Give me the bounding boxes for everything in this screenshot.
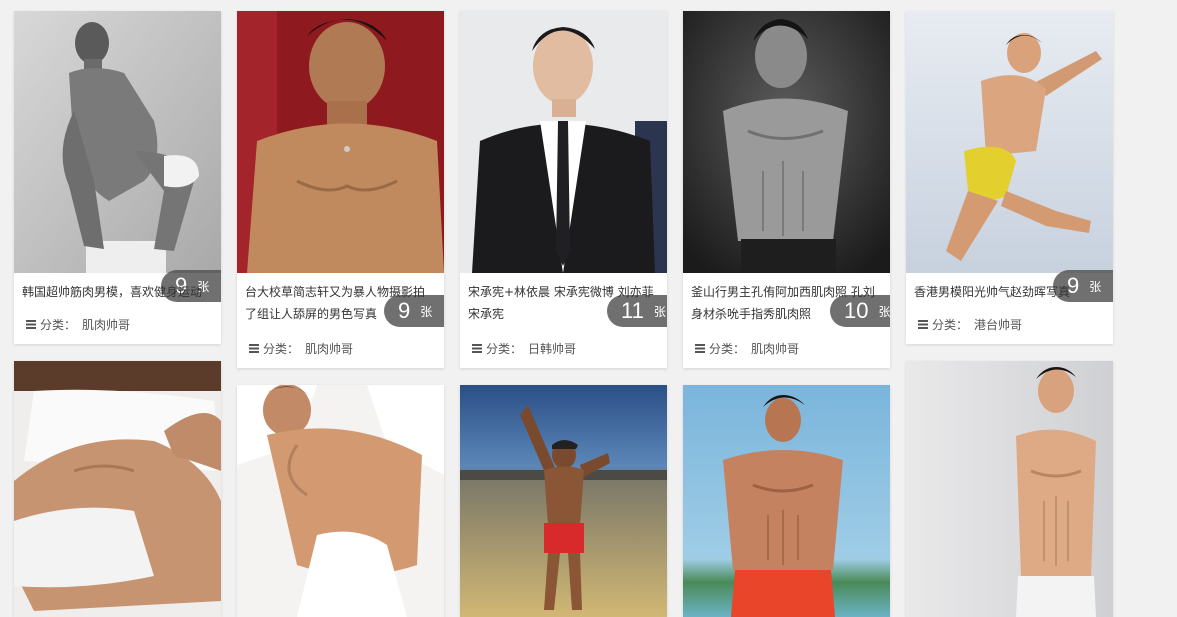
photo-card[interactable]: 9 张 台大校草简志轩又为暴人物摄影拍了组让人舔屏的男色写真 分类： 肌肉帅哥 <box>237 11 444 368</box>
category-prefix: 分类： <box>932 317 969 332</box>
photo-thumbnail[interactable] <box>14 361 221 617</box>
photo-thumbnail[interactable] <box>906 361 1113 617</box>
card-category: 分类： 港台帅哥 <box>918 314 1022 334</box>
category-link[interactable]: 肌肉帅哥 <box>751 340 799 357</box>
card-category: 分类： 日韩帅哥 <box>472 338 576 358</box>
menu-icon <box>695 343 705 353</box>
menu-icon <box>26 319 36 329</box>
photo-thumbnail[interactable] <box>237 11 444 273</box>
card-title[interactable]: 韩国超帅筋肉男模，喜欢健身运动 <box>22 281 213 303</box>
photo-card[interactable] <box>683 385 890 617</box>
category-prefix: 分类： <box>40 317 77 332</box>
photo-thumbnail[interactable] <box>237 385 444 617</box>
card-category: 分类： 肌肉帅哥 <box>26 314 130 334</box>
photo-thumbnail[interactable] <box>683 11 890 273</box>
photo-card[interactable]: 9 张 韩国超帅筋肉男模，喜欢健身运动 分类： 肌肉帅哥 <box>14 11 221 344</box>
category-prefix: 分类： <box>709 341 746 356</box>
card-title[interactable]: 宋承宪+林依晨 宋承宪微博 刘亦菲宋承宪 <box>468 281 659 325</box>
photo-thumbnail[interactable] <box>683 385 890 617</box>
category-link[interactable]: 肌肉帅哥 <box>82 316 130 333</box>
menu-icon <box>249 343 259 353</box>
menu-icon <box>918 319 928 329</box>
card-category: 分类： 肌肉帅哥 <box>695 338 799 358</box>
photo-card[interactable] <box>14 361 221 617</box>
photo-card[interactable]: 9 张 香港男模阳光帅气赵劲晖写真 分类： 港台帅哥 <box>906 11 1113 344</box>
photo-thumbnail[interactable] <box>14 11 221 273</box>
photo-thumbnail[interactable] <box>906 11 1113 273</box>
photo-thumbnail[interactable] <box>460 385 667 617</box>
photo-card[interactable] <box>906 361 1113 617</box>
category-prefix: 分类： <box>486 341 523 356</box>
card-title[interactable]: 香港男模阳光帅气赵劲晖写真 <box>914 281 1105 303</box>
category-link[interactable]: 肌肉帅哥 <box>305 340 353 357</box>
photo-card[interactable]: 11 张 宋承宪+林依晨 宋承宪微博 刘亦菲宋承宪 分类： 日韩帅哥 <box>460 11 667 368</box>
category-prefix: 分类： <box>263 341 300 356</box>
card-category: 分类： 肌肉帅哥 <box>249 338 353 358</box>
gallery-page: 9 张 韩国超帅筋肉男模，喜欢健身运动 分类： 肌肉帅哥 9 张 台大校草简志轩… <box>0 0 1177 617</box>
category-link[interactable]: 港台帅哥 <box>974 316 1022 333</box>
menu-icon <box>472 343 482 353</box>
card-title[interactable]: 台大校草简志轩又为暴人物摄影拍了组让人舔屏的男色写真 <box>245 281 436 325</box>
photo-card[interactable]: 10 张 釜山行男主孔侑阿加西肌肉照 孔刘身材杀吮手指秀肌肉照 分类： 肌肉帅哥 <box>683 11 890 368</box>
photo-thumbnail[interactable] <box>460 11 667 273</box>
photo-card[interactable] <box>460 385 667 617</box>
card-title[interactable]: 釜山行男主孔侑阿加西肌肉照 孔刘身材杀吮手指秀肌肉照 <box>691 281 882 325</box>
photo-card[interactable] <box>237 385 444 617</box>
category-link[interactable]: 日韩帅哥 <box>528 340 576 357</box>
